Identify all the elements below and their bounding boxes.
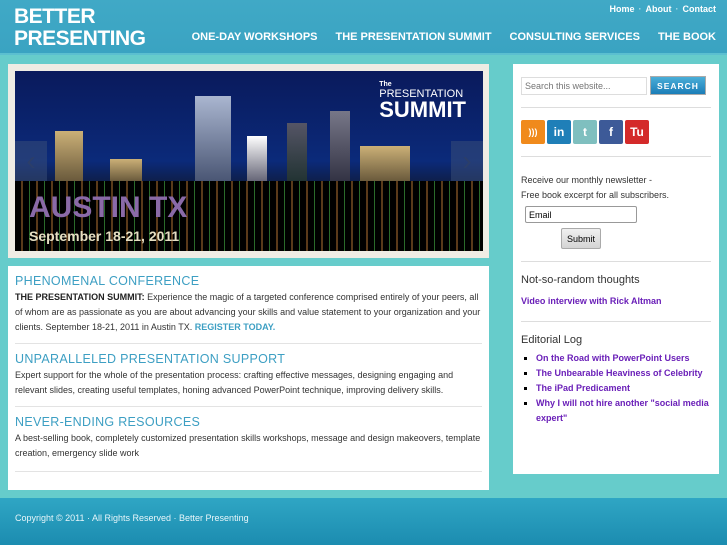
section-title[interactable]: PHENOMENAL CONFERENCE [15, 274, 482, 288]
nav-summit[interactable]: THE PRESENTATION SUMMIT [336, 31, 492, 43]
main-content: PHENOMENAL CONFERENCE THE PRESENTATION S… [8, 266, 489, 490]
building [55, 131, 83, 181]
nav-consulting[interactable]: CONSULTING SERVICES [510, 31, 640, 43]
link-home[interactable]: Home [609, 4, 634, 14]
search-button[interactable]: SEARCH [650, 76, 706, 95]
separator: · [675, 4, 679, 14]
logo-line: BETTER [14, 5, 95, 28]
submit-button[interactable]: Submit [561, 228, 601, 249]
email-field[interactable] [525, 206, 637, 223]
logo-line: PRESENTING [14, 27, 146, 50]
section-title[interactable]: UNPARALLELED PRESENTATION SUPPORT [15, 352, 482, 366]
list-item: On the Road with PowerPoint Users [536, 351, 711, 366]
site-footer: Copyright © 2011 · All Rights Reserved ·… [0, 498, 727, 545]
banner-city: AUSTIN TX [29, 191, 188, 224]
building [360, 146, 410, 181]
linkedin-icon[interactable]: in [547, 120, 571, 144]
widget-title: Not-so-random thoughts [521, 274, 640, 286]
banner-image[interactable]: ‹ › The PRESENTATION SUMMIT AUSTIN TX Se… [15, 71, 483, 251]
link-about[interactable]: About [646, 4, 672, 14]
building [195, 96, 231, 181]
twitter-icon[interactable]: t [573, 120, 597, 144]
site-header: BETTER PRESENTING Home · About · Contact ONE-… [0, 0, 727, 55]
log-link[interactable]: The Unbearable Heaviness of Celebrity [536, 368, 703, 378]
next-arrow-icon[interactable]: › [451, 141, 483, 181]
newsletter-form: Receive our monthly newsletter - Free bo… [521, 157, 711, 262]
top-links: Home · About · Contact [609, 4, 716, 14]
building [330, 111, 350, 181]
log-list: On the Road with PowerPoint Users The Un… [521, 351, 711, 426]
tumblr-icon[interactable]: Tu [625, 120, 649, 144]
site-logo[interactable]: BETTER PRESENTING [14, 6, 146, 50]
thoughts-widget: Not-so-random thoughts Video interview w… [521, 262, 711, 322]
register-link[interactable]: REGISTER TODAY. [195, 322, 276, 332]
section-resources: NEVER-ENDING RESOURCES A best-selling bo… [15, 415, 482, 472]
prev-arrow-icon[interactable]: ‹ [15, 141, 47, 181]
nav-book[interactable]: THE BOOK [658, 31, 716, 43]
rss-icon[interactable]: ))) [521, 120, 545, 144]
building [287, 123, 307, 181]
separator: · [638, 4, 642, 14]
list-item: Why I will not hire another "social medi… [536, 396, 711, 426]
logo-summit: SUMMIT [379, 97, 466, 122]
banner-slider: ‹ › The PRESENTATION SUMMIT AUSTIN TX Se… [8, 64, 489, 258]
section-body: Expert support for the whole of the pres… [15, 370, 454, 395]
social-icons: ))) in t f Tu [521, 108, 711, 157]
newsletter-text: Free book excerpt for all subscribers. [521, 190, 670, 200]
sidebar: SEARCH )))intfTu Receive our monthly new… [513, 64, 719, 474]
list-item: The Unbearable Heaviness of Celebrity [536, 366, 711, 381]
nav-workshops[interactable]: ONE-DAY WORKSHOPS [192, 31, 318, 43]
newsletter-text: Receive our monthly newsletter - [521, 175, 653, 185]
section-title[interactable]: NEVER-ENDING RESOURCES [15, 415, 482, 429]
search-input[interactable] [521, 76, 647, 95]
editorial-log: Editorial Log On the Road with PowerPoin… [521, 322, 711, 438]
search-form: SEARCH [521, 64, 711, 108]
copyright: Copyright © 2011 · All Rights Reserved ·… [15, 513, 249, 523]
log-link[interactable]: The iPad Predicament [536, 383, 630, 393]
building [110, 159, 142, 181]
logo-the: The [379, 81, 392, 88]
link-contact[interactable]: Contact [683, 4, 717, 14]
widget-title: Editorial Log [521, 334, 583, 346]
summit-logo: The PRESENTATION SUMMIT [379, 81, 466, 122]
section-support: UNPARALLELED PRESENTATION SUPPORT Expert… [15, 352, 482, 407]
video-interview-link[interactable]: Video interview with Rick Altman [521, 296, 662, 306]
building [247, 136, 267, 181]
lead-text: THE PRESENTATION SUMMIT: [15, 292, 145, 302]
main-nav: ONE-DAY WORKSHOPS THE PRESENTATION SUMMI… [192, 31, 716, 43]
banner-dates: September 18-21, 2011 [29, 228, 180, 244]
list-item: The iPad Predicament [536, 381, 711, 396]
section-body: A best-selling book, completely customiz… [15, 433, 481, 458]
log-link[interactable]: On the Road with PowerPoint Users [536, 353, 690, 363]
section-body: THE PRESENTATION SUMMIT: Experience the … [15, 290, 482, 335]
facebook-icon[interactable]: f [599, 120, 623, 144]
log-link[interactable]: Why I will not hire another "social medi… [536, 398, 709, 423]
section-conference: PHENOMENAL CONFERENCE THE PRESENTATION S… [15, 274, 482, 344]
